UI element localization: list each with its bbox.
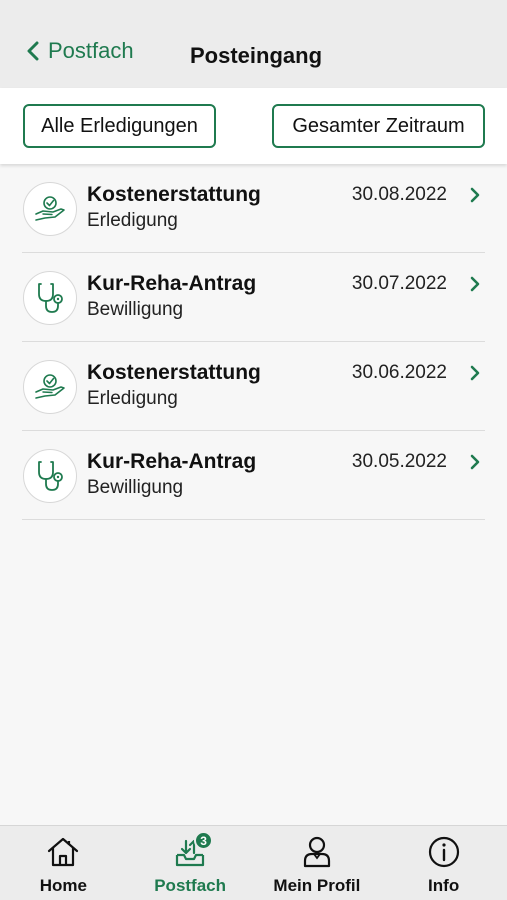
stethoscope-icon	[23, 271, 77, 325]
type-filter-button[interactable]: Alle Erledigungen	[23, 104, 216, 148]
chevron-right-icon	[469, 186, 481, 209]
filter-bar: Alle Erledigungen Gesamter Zeitraum	[0, 88, 507, 164]
chevron-right-icon	[469, 364, 481, 387]
home-icon	[46, 836, 80, 868]
message-date: 30.06.2022	[351, 362, 447, 383]
bottom-navigation: Home 3 Postfach Mein Profil Info	[0, 825, 507, 900]
stethoscope-icon	[23, 449, 77, 503]
nav-home-label: Home	[39, 876, 87, 895]
info-icon	[428, 836, 460, 868]
message-date: 30.07.2022	[351, 273, 447, 294]
message-title: Kostenerstattung	[87, 361, 261, 384]
message-subtitle: Erledigung	[87, 388, 178, 409]
hand-check-icon	[23, 360, 77, 414]
nav-info[interactable]: Info	[380, 826, 507, 900]
message-subtitle: Bewilligung	[87, 477, 184, 498]
nav-info-label: Info	[428, 876, 460, 895]
nav-home[interactable]: Home	[0, 826, 127, 900]
message-subtitle: Erledigung	[87, 210, 178, 231]
message-date: 30.05.2022	[351, 451, 447, 472]
message-title: Kur-Reha-Antrag	[87, 272, 257, 295]
message-title: Kur-Reha-Antrag	[87, 450, 257, 473]
list-item[interactable]: Kur-Reha-Antrag Bewilligung 30.05.2022	[22, 431, 485, 520]
user-icon	[303, 836, 331, 868]
chevron-right-icon	[469, 275, 481, 298]
list-item[interactable]: Kur-Reha-Antrag Bewilligung 30.07.2022	[22, 253, 485, 342]
message-list: Kostenerstattung Erledigung 30.08.2022 K…	[0, 164, 507, 520]
hand-check-icon	[23, 182, 77, 236]
back-button[interactable]: Postfach	[26, 38, 134, 64]
nav-profile-label: Mein Profil	[273, 876, 361, 895]
top-bar: Postfach Posteingang	[0, 0, 507, 88]
back-label: Postfach	[48, 38, 134, 63]
message-date: 30.08.2022	[351, 184, 447, 205]
list-item[interactable]: Kostenerstattung Erledigung 30.08.2022	[22, 164, 485, 253]
page-title: Posteingang	[190, 43, 323, 68]
nav-postfach[interactable]: 3 Postfach	[127, 826, 254, 900]
nav-profile[interactable]: Mein Profil	[254, 826, 381, 900]
message-title: Kostenerstattung	[87, 183, 261, 206]
message-subtitle: Bewilligung	[87, 299, 184, 320]
period-filter-button[interactable]: Gesamter Zeitraum	[272, 104, 485, 148]
chevron-right-icon	[469, 453, 481, 476]
chevron-left-icon	[26, 41, 40, 61]
list-item[interactable]: Kostenerstattung Erledigung 30.06.2022	[22, 342, 485, 431]
nav-postfach-label: Postfach	[154, 876, 227, 895]
unread-badge: 3	[194, 831, 214, 850]
inbox-transfer-icon: 3	[174, 831, 214, 868]
